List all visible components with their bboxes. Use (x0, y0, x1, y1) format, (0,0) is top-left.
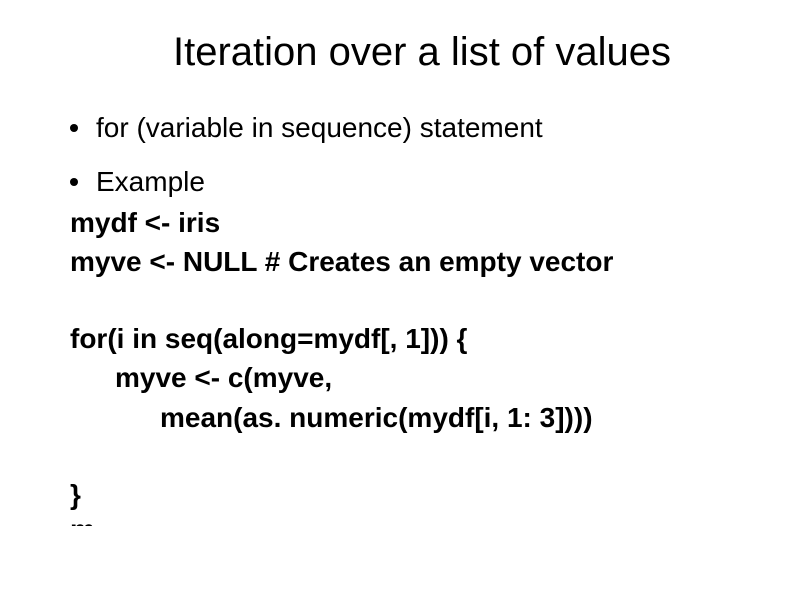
cutoff-text: m (70, 516, 744, 526)
bullet-icon (70, 178, 78, 186)
code-line: mean(as. numeric(mydf[i, 1: 3]))) (70, 398, 744, 437)
code-line: mydf <- iris (70, 203, 744, 242)
code-line: myve <- c(myve, (70, 358, 744, 397)
bullet-text: for (variable in sequence) statement (96, 110, 543, 146)
bullet-item: for (variable in sequence) statement (70, 110, 744, 146)
bullet-text: Example (96, 164, 205, 200)
code-line: for(i in seq(along=mydf[, 1])) { (70, 319, 744, 358)
code-block: for(i in seq(along=mydf[, 1])) { myve <-… (70, 319, 744, 437)
slide-content: for (variable in sequence) statement Exa… (50, 110, 744, 526)
slide-container: Iteration over a list of values for (var… (0, 0, 794, 526)
slide-title: Iteration over a list of values (100, 30, 744, 75)
bullet-item: Example (70, 164, 744, 200)
code-line: myve <- NULL # Creates an empty vector (70, 242, 744, 281)
bullet-icon (70, 124, 78, 132)
code-line: } (70, 475, 744, 514)
